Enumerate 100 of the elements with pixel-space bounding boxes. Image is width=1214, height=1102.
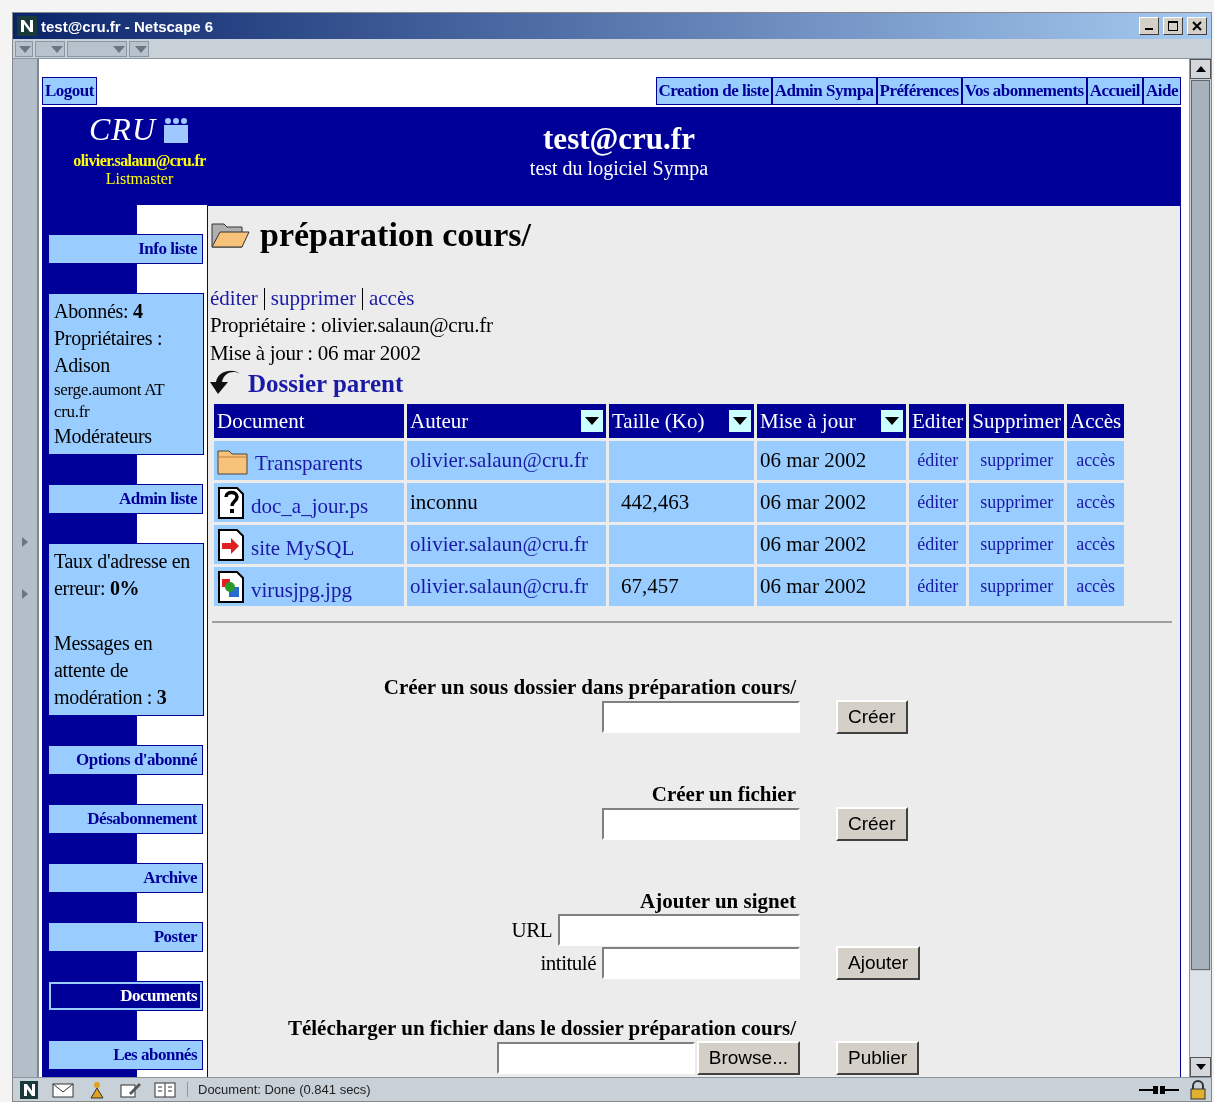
access-link[interactable]: accès bbox=[1066, 483, 1125, 522]
nav-link[interactable]: Accueil bbox=[1086, 77, 1143, 105]
column-header: Document bbox=[214, 404, 404, 438]
toolbar-grip[interactable] bbox=[129, 40, 149, 57]
sidebar-link[interactable]: Info liste bbox=[49, 235, 202, 263]
scrollbar[interactable] bbox=[1189, 59, 1211, 1077]
minimize-icon bbox=[1145, 28, 1153, 30]
sidebar-grip[interactable] bbox=[13, 59, 39, 1077]
column-label: Auteur bbox=[410, 408, 469, 434]
nav-link[interactable]: Aide bbox=[1143, 77, 1181, 105]
folder-title: préparation cours/ bbox=[260, 216, 532, 254]
access-link[interactable]: accès bbox=[1066, 441, 1125, 480]
document-link[interactable]: virusjpg.jpg bbox=[251, 577, 352, 603]
edit-link[interactable]: éditer bbox=[909, 525, 967, 564]
scroll-down-icon[interactable] bbox=[1194, 1063, 1207, 1071]
size-cell: 442,463 bbox=[609, 483, 754, 522]
publish-button[interactable]: Publier bbox=[836, 1041, 920, 1075]
browse-button[interactable]: Browse... bbox=[696, 1041, 800, 1075]
nav-link[interactable]: Préférences bbox=[876, 77, 962, 105]
action-link[interactable]: accès bbox=[368, 286, 415, 311]
toolbar-grip[interactable] bbox=[67, 40, 127, 57]
connection-icon bbox=[1139, 1083, 1179, 1096]
input-field[interactable] bbox=[602, 808, 800, 840]
list-subject: test du logiciel Sympa bbox=[529, 157, 709, 180]
info-text: Taux d'adresse en erreur: 0% bbox=[54, 549, 191, 601]
info-text: Modérateurs bbox=[54, 424, 153, 449]
caret-icon bbox=[112, 43, 126, 54]
date-cell: 06 mar 2002 bbox=[757, 567, 906, 606]
nav-link[interactable]: Vos abonnements bbox=[961, 77, 1087, 105]
form-label: Télécharger un fichier dans le dossier préparation cours/ bbox=[286, 1016, 797, 1041]
action-link[interactable]: éditer bbox=[210, 286, 258, 311]
author-link[interactable]: olivier.salaun@cru.fr bbox=[407, 441, 606, 480]
edit-link[interactable]: éditer bbox=[909, 567, 967, 606]
lock-icon[interactable] bbox=[1189, 1079, 1207, 1100]
app-logo-icon bbox=[17, 16, 37, 36]
compose-icon[interactable] bbox=[119, 1080, 143, 1099]
edit-link[interactable]: éditer bbox=[909, 483, 967, 522]
scroll-thumb[interactable] bbox=[1191, 80, 1210, 970]
date-cell: 06 mar 2002 bbox=[757, 441, 906, 480]
app-logo-icon[interactable] bbox=[17, 1080, 41, 1099]
access-link[interactable]: accès bbox=[1066, 525, 1125, 564]
sort-icon[interactable] bbox=[581, 410, 603, 432]
column-header: Supprimer bbox=[969, 404, 1064, 438]
triangle-icon bbox=[21, 588, 29, 600]
toolbar-grip[interactable] bbox=[35, 40, 65, 57]
maximize-icon bbox=[1168, 21, 1178, 31]
sidebar-link[interactable]: Documents bbox=[49, 982, 202, 1010]
delete-link[interactable]: supprimer bbox=[969, 525, 1064, 564]
add-button[interactable]: Ajouter bbox=[836, 946, 921, 980]
info-text: Messages en attente de modération : 3 bbox=[54, 631, 168, 710]
people-icon bbox=[162, 116, 190, 143]
document-link[interactable]: site MySQL bbox=[251, 535, 355, 561]
minimize-button[interactable] bbox=[1139, 17, 1159, 35]
create-button[interactable]: Créer bbox=[836, 700, 908, 734]
field-label: intitulé bbox=[540, 950, 596, 976]
close-button[interactable] bbox=[1187, 17, 1207, 35]
sidebar-link[interactable]: Les abonnés bbox=[49, 1041, 202, 1069]
sort-icon[interactable] bbox=[881, 410, 903, 432]
author-link[interactable]: olivier.salaun@cru.fr bbox=[407, 567, 606, 606]
delete-link[interactable]: supprimer bbox=[969, 567, 1064, 606]
update-date: Mise à jour : 06 mar 2002 bbox=[210, 340, 422, 367]
sort-icon[interactable] bbox=[729, 410, 751, 432]
owner-text: Propriétaire : olivier.salaun@cru.fr bbox=[210, 312, 494, 339]
window-title: test@cru.fr - Netscape 6 bbox=[41, 17, 215, 35]
caret-icon bbox=[18, 43, 32, 54]
scroll-up-icon[interactable] bbox=[1194, 65, 1207, 73]
status-text: Document: Done (0.841 secs) bbox=[187, 1082, 1129, 1097]
maximize-button[interactable] bbox=[1163, 17, 1183, 35]
sidebar-link[interactable]: Poster bbox=[49, 923, 202, 951]
info-text: Abonnés: 4 bbox=[54, 299, 144, 324]
column-label: Taille (Ko) bbox=[612, 408, 705, 434]
address-book-icon[interactable] bbox=[153, 1080, 177, 1099]
access-link[interactable]: accès bbox=[1066, 567, 1125, 606]
create-button[interactable]: Créer bbox=[836, 807, 908, 841]
sidebar-link[interactable]: Options d'abonné bbox=[49, 746, 202, 774]
edit-link[interactable]: éditer bbox=[909, 441, 967, 480]
mail-icon[interactable] bbox=[51, 1080, 75, 1099]
delete-link[interactable]: supprimer bbox=[969, 441, 1064, 480]
title-field[interactable] bbox=[602, 947, 800, 979]
input-field[interactable] bbox=[602, 701, 800, 733]
file-field[interactable] bbox=[496, 1042, 695, 1074]
parent-folder-link[interactable]: Dossier parent bbox=[248, 370, 404, 398]
url-field[interactable] bbox=[558, 914, 800, 946]
delete-link[interactable]: supprimer bbox=[969, 483, 1064, 522]
sidebar-link[interactable]: Désabonnement bbox=[49, 805, 202, 833]
nav-link[interactable]: Creation de liste bbox=[655, 77, 772, 105]
toolbar-grip[interactable] bbox=[15, 40, 33, 57]
caret-icon bbox=[50, 43, 64, 54]
action-link[interactable]: supprimer bbox=[270, 286, 356, 311]
sidebar-link[interactable]: Archive bbox=[49, 864, 202, 892]
info-text: serge.aumont AT cru.fr bbox=[54, 379, 166, 423]
author-cell: inconnu bbox=[407, 483, 606, 522]
nav-link[interactable]: Admin Sympa bbox=[771, 77, 877, 105]
logout-link[interactable]: Logout bbox=[42, 77, 97, 105]
link-file-icon bbox=[217, 528, 245, 561]
document-link[interactable]: Transparents bbox=[255, 450, 363, 476]
document-link[interactable]: doc_a_jour.ps bbox=[251, 493, 369, 519]
column-label: Mise à jour bbox=[760, 408, 856, 434]
sidebar-link[interactable]: Admin liste bbox=[49, 485, 202, 513]
author-link[interactable]: olivier.salaun@cru.fr bbox=[407, 525, 606, 564]
